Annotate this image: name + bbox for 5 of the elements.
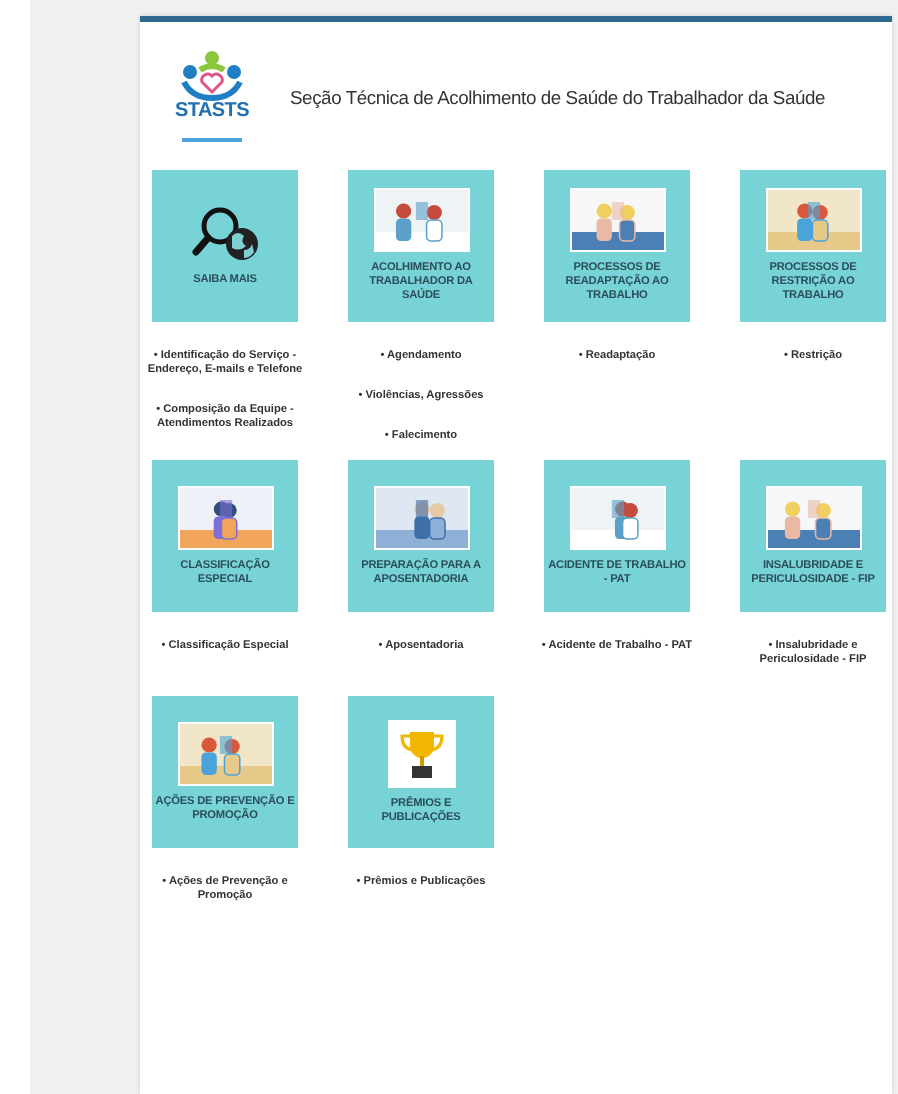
search-globe-icon [191,204,259,264]
trophy-icon [399,727,443,779]
logo-text: STASTS [175,102,249,122]
page-title: Seção Técnica de Acolhimento de Saúde do Trabalhador da Saúde [290,85,826,107]
people-heart-icon [178,50,246,102]
